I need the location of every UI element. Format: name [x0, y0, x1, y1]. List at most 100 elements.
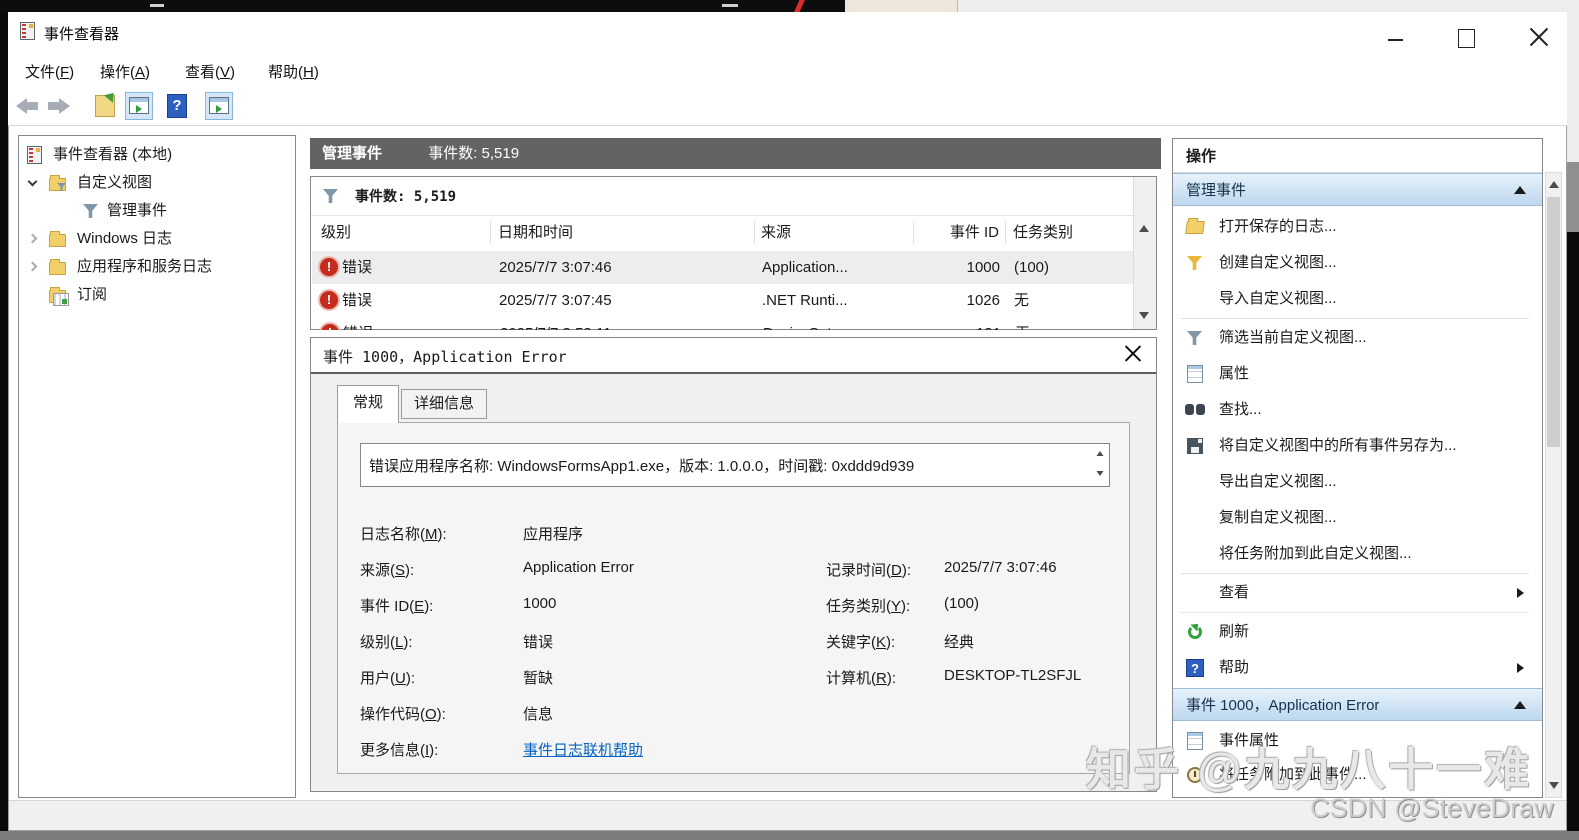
cell-task: 无 — [1015, 317, 1030, 330]
action-import-custom-view[interactable]: 导入自定义视图... — [1173, 281, 1542, 317]
action-export-custom-view[interactable]: 导出自定义视图... — [1173, 464, 1542, 500]
event-log-online-help-link[interactable]: 事件日志联机帮助 — [523, 739, 643, 760]
scroll-down-icon[interactable] — [1139, 312, 1149, 319]
open-folder-icon — [1185, 221, 1205, 234]
menu-action[interactable]: 操作(A) — [100, 61, 150, 82]
scrollbar-thumb[interactable] — [1547, 197, 1560, 447]
scroll-up-icon[interactable] — [1549, 181, 1559, 188]
filter-icon — [1187, 256, 1202, 270]
chevron-right-icon[interactable] — [27, 261, 38, 272]
event-description-box[interactable]: 错误应用程序名称: WindowsFormsApp1.exe，版本: 1.0.0… — [360, 443, 1110, 487]
background-top-strip — [0, 0, 1579, 15]
error-icon — [320, 291, 338, 309]
action-properties[interactable]: 属性 — [1173, 356, 1542, 392]
cell-source: .NET Runti... — [762, 292, 848, 309]
scroll-up-icon[interactable] — [1139, 225, 1149, 232]
separator — [1181, 612, 1529, 613]
detail-close-button[interactable] — [1124, 345, 1142, 363]
error-icon — [321, 324, 339, 330]
cell-level: 错误 — [343, 317, 373, 330]
action-help[interactable]: 帮助 — [1173, 650, 1542, 686]
event-row[interactable]: 错误 2025/7/7 3:07:45 .NET Runti... 1026 无 — [312, 284, 1134, 317]
background-segment — [845, 0, 957, 12]
tree-item-label: 自定义视图 — [77, 174, 153, 191]
action-open-saved-log[interactable]: 打开保存的日志... — [1173, 209, 1542, 245]
column-task[interactable]: 任务类别 — [1013, 216, 1073, 249]
field-label-level: 级别(L): — [360, 634, 413, 651]
chevron-right-icon[interactable] — [27, 233, 38, 244]
action-filter-current-custom-view[interactable]: 筛选当前自定义视图... — [1173, 320, 1542, 356]
floppy-disk-icon — [1187, 438, 1203, 454]
field-label-computer: 计算机(R): — [826, 670, 897, 687]
column-level[interactable]: 级别 — [321, 216, 351, 249]
events-list: 事件数: 5,519 级别 日期和时间 来源 事件 ID 任务类别 错误 202… — [310, 176, 1157, 330]
action-attach-task-to-custom-view[interactable]: 将任务附加到此自定义视图... — [1173, 536, 1542, 572]
section-event-1000[interactable]: 事件 1000，Application Error — [1173, 688, 1542, 721]
subscription-icon — [53, 293, 69, 306]
csdn-watermark: CSDN @SteveDraw — [1310, 793, 1554, 823]
title-bar[interactable] — [8, 12, 1567, 52]
back-button[interactable] — [16, 98, 40, 114]
column-divider[interactable] — [754, 221, 755, 244]
action-save-all-events-as[interactable]: 将自定义视图中的所有事件另存为... — [1173, 428, 1542, 464]
toolbar — [8, 90, 1567, 126]
show-hide-console-tree-button[interactable] — [125, 92, 153, 120]
field-label-logged: 记录时间(D): — [826, 562, 912, 579]
event-row[interactable]: 错误 2025/7/7 3:07:46 Application... 1000 … — [312, 251, 1134, 284]
action-create-custom-view[interactable]: 创建自定义视图... — [1173, 245, 1542, 281]
description-scrollbar[interactable] — [1094, 448, 1106, 484]
tab-general[interactable]: 常规 — [337, 385, 399, 423]
field-value-logged: 2025/7/7 3:07:46 — [944, 559, 1057, 576]
column-source[interactable]: 来源 — [761, 216, 791, 249]
field-value-computer: DESKTOP-TL2SFJL — [944, 667, 1082, 684]
scroll-up-icon[interactable] — [1096, 451, 1104, 456]
action-refresh[interactable]: 刷新 — [1173, 614, 1542, 650]
actions-panel: 操作 管理事件 打开保存的日志... 创建自定义视图... 导入自定义视图...… — [1172, 138, 1543, 798]
menu-help[interactable]: 帮助(H) — [268, 61, 319, 82]
collapse-icon[interactable] — [1514, 701, 1526, 709]
event-row-clipped[interactable]: 错误 2025/7/7 3:58:11 DeviceSet... 131 无 — [312, 317, 1134, 330]
folder-icon — [49, 231, 66, 247]
binoculars-icon — [1185, 404, 1205, 416]
field-label-opcode: 操作代码(O): — [360, 706, 446, 723]
action-view[interactable]: 查看 — [1173, 575, 1542, 611]
field-value-log-name: 应用程序 — [523, 526, 584, 543]
background-segment — [957, 0, 1579, 12]
actions-scrollbar[interactable] — [1545, 172, 1562, 798]
scroll-down-icon[interactable] — [1096, 471, 1104, 476]
forward-icon — [48, 102, 60, 110]
action-find[interactable]: 查找... — [1173, 392, 1542, 428]
help-icon[interactable] — [167, 94, 187, 118]
column-divider[interactable] — [1005, 221, 1006, 244]
column-datetime[interactable]: 日期和时间 — [498, 216, 573, 249]
scroll-down-icon[interactable] — [1549, 782, 1559, 789]
cell-task: (100) — [1014, 259, 1050, 276]
field-value-source: Application Error — [523, 559, 634, 576]
column-event-id[interactable]: 事件 ID — [921, 216, 999, 249]
maximize-button[interactable] — [1458, 29, 1475, 48]
filter-icon — [83, 204, 98, 218]
filter-icon — [323, 189, 338, 203]
menu-file[interactable]: 文件(F) — [25, 61, 74, 82]
field-label-event-id: 事件 ID(E): — [360, 598, 434, 615]
tab-details[interactable]: 详细信息 — [401, 389, 487, 419]
events-scrollbar[interactable] — [1133, 177, 1156, 329]
column-divider[interactable] — [490, 221, 491, 244]
filter-event-count: 事件数: 5,519 — [355, 189, 457, 205]
show-hide-action-pane-button[interactable] — [205, 92, 233, 120]
close-button[interactable] — [1528, 26, 1550, 48]
collapse-icon[interactable] — [1514, 186, 1526, 194]
forward-icon — [59, 98, 70, 114]
view-title: 管理事件 — [322, 145, 383, 162]
open-saved-log-icon[interactable] — [95, 95, 115, 117]
tree-item-label: 应用程序和服务日志 — [77, 258, 213, 275]
column-divider[interactable] — [913, 221, 914, 244]
forward-button[interactable] — [46, 98, 70, 114]
chevron-down-icon[interactable] — [27, 176, 38, 187]
action-copy-custom-view[interactable]: 复制自定义视图... — [1173, 500, 1542, 536]
menu-view[interactable]: 查看(V) — [185, 61, 235, 82]
section-administrative-events[interactable]: 管理事件 — [1173, 173, 1542, 206]
submenu-arrow-icon — [1517, 588, 1524, 598]
console-tree-panel: 事件查看器 (本地) 自定义视图 管理事件 Windows 日志 应用程序和服务… — [18, 135, 296, 798]
minimize-button[interactable] — [1388, 39, 1403, 41]
